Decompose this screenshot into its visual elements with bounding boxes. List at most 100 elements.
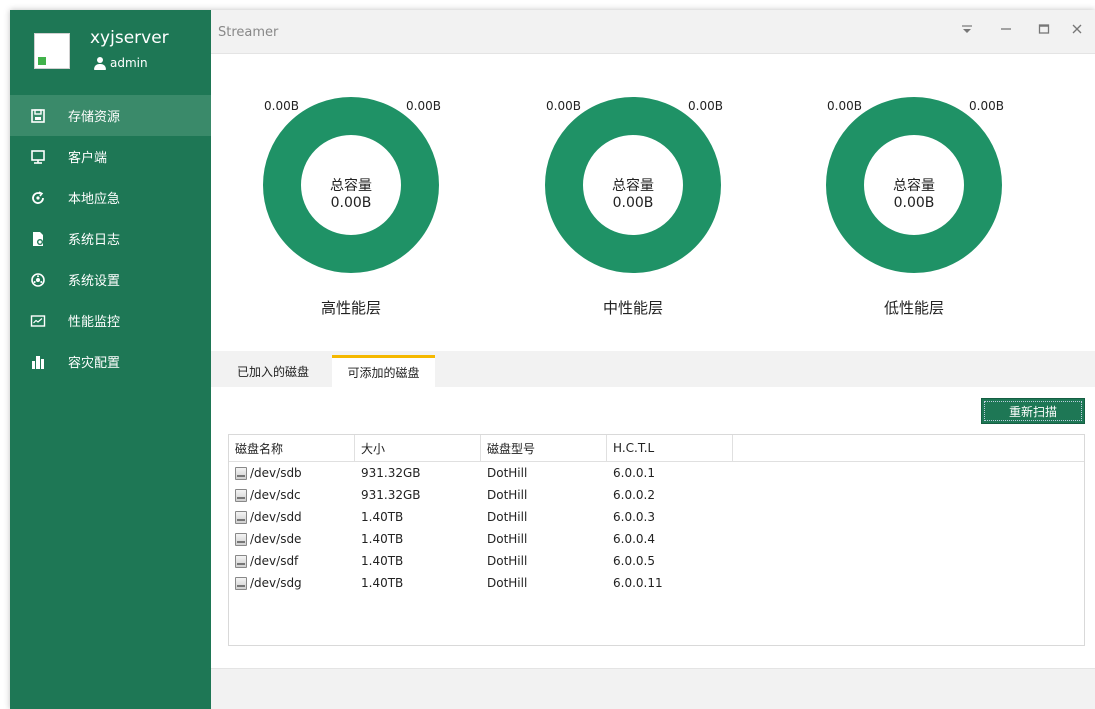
- status-footer: [211, 668, 1095, 709]
- donut-center-value: 0.00B: [612, 195, 654, 211]
- app-title: Streamer: [218, 25, 279, 40]
- column-header-size[interactable]: 大小: [355, 435, 481, 461]
- sidebar-item-label: 容灾配置: [68, 356, 121, 371]
- disk-name: /dev/sde: [250, 532, 302, 546]
- sidebar-item-local-recovery[interactable]: 本地应急: [10, 177, 211, 218]
- capacity-donut: [545, 97, 721, 273]
- capacity-donut: [826, 97, 1002, 273]
- disk-icon: [235, 532, 247, 546]
- disk-hctl: 6.0.0.3: [613, 510, 655, 524]
- disk-size: 1.40TB: [361, 554, 404, 568]
- sidebar-item-label: 系统日志: [68, 233, 121, 248]
- disk-hctl: 6.0.0.11: [613, 576, 663, 590]
- sidebar-item-label: 系统设置: [68, 274, 121, 289]
- save-icon: [30, 108, 46, 124]
- app-window: xyjserver admin 存储资源 客户端 本地应急 系统日志 系统设置 …: [10, 10, 1095, 709]
- table-row[interactable]: /dev/sdd 1.40TB DotHill 6.0.0.3: [229, 506, 1084, 528]
- tier-card-medium: 0.00B 0.00B 总容量 0.00B 中性能层: [508, 54, 758, 317]
- disk-name: /dev/sdb: [250, 466, 302, 480]
- sidebar-item-disaster-recovery[interactable]: 容灾配置: [10, 341, 211, 382]
- disk-size: 1.40TB: [361, 532, 404, 546]
- restore-icon: [30, 190, 46, 206]
- disk-name: /dev/sdg: [250, 576, 302, 590]
- column-header-model[interactable]: 磁盘型号: [481, 435, 607, 461]
- disk-name: /dev/sdd: [250, 510, 302, 524]
- sidebar: xyjserver admin 存储资源 客户端 本地应急 系统日志 系统设置 …: [10, 10, 211, 709]
- capacity-donut: [263, 97, 439, 273]
- sidebar-item-label: 性能监控: [68, 315, 121, 330]
- disk-name: /dev/sdc: [250, 488, 301, 502]
- sidebar-item-storage[interactable]: 存储资源: [10, 95, 211, 136]
- disk-name: /dev/sdf: [250, 554, 299, 568]
- donut-center-title: 总容量: [330, 178, 372, 194]
- table-row[interactable]: /dev/sdf 1.40TB DotHill 6.0.0.5: [229, 550, 1084, 572]
- brand-area: xyjserver admin: [10, 10, 211, 94]
- disk-hctl: 6.0.0.1: [613, 466, 655, 480]
- column-header-disk-name[interactable]: 磁盘名称: [229, 435, 355, 461]
- user-icon: [94, 56, 106, 70]
- tier-card-low: 0.00B 0.00B 总容量 0.00B 低性能层: [789, 54, 1039, 317]
- tier-name: 中性能层: [602, 299, 663, 317]
- sidebar-item-label: 客户端: [68, 151, 108, 166]
- username: admin: [110, 56, 148, 70]
- sidebar-item-label: 本地应急: [68, 192, 121, 207]
- disk-hctl: 6.0.0.5: [613, 554, 655, 568]
- donut-center-title: 总容量: [893, 178, 935, 194]
- disk-icon: [235, 488, 247, 502]
- sidebar-item-performance[interactable]: 性能监控: [10, 300, 211, 341]
- user-info: admin: [94, 56, 148, 70]
- table-row[interactable]: /dev/sde 1.40TB DotHill 6.0.0.4: [229, 528, 1084, 550]
- disk-model: DotHill: [487, 554, 528, 568]
- donut-left-label: 0.00B: [827, 99, 862, 113]
- disk-icon: [235, 576, 247, 590]
- table-row[interactable]: /dev/sdc 931.32GB DotHill 6.0.0.2: [229, 484, 1084, 506]
- disk-hctl: 6.0.0.4: [613, 532, 655, 546]
- sidebar-item-label: 存储资源: [68, 110, 121, 125]
- server-logo: [34, 33, 70, 69]
- title-bar: Streamer: [211, 10, 1095, 54]
- sidebar-item-client[interactable]: 客户端: [10, 136, 211, 177]
- minimize-icon[interactable]: [995, 18, 1017, 40]
- donut-right-label: 0.00B: [969, 99, 1004, 113]
- disk-size: 1.40TB: [361, 576, 404, 590]
- donut-right-label: 0.00B: [688, 99, 723, 113]
- sidebar-item-system-log[interactable]: 系统日志: [10, 218, 211, 259]
- tier-card-high: 0.00B 0.00B 总容量 0.00B 高性能层: [226, 54, 476, 317]
- log-file-icon: [30, 231, 46, 247]
- chart-monitor-icon: [30, 313, 46, 329]
- settings-icon: [30, 272, 46, 288]
- disk-model: DotHill: [487, 510, 528, 524]
- column-header-hctl[interactable]: H.C.T.L: [607, 435, 733, 461]
- rescan-button[interactable]: 重新扫描: [981, 398, 1085, 424]
- donut-left-label: 0.00B: [264, 99, 299, 113]
- table-row[interactable]: /dev/sdg 1.40TB DotHill 6.0.0.11: [229, 572, 1084, 594]
- disk-size: 931.32GB: [361, 488, 421, 502]
- sidebar-item-system-settings[interactable]: 系统设置: [10, 259, 211, 300]
- disk-size: 1.40TB: [361, 510, 404, 524]
- tier-name: 低性能层: [883, 299, 944, 317]
- disk-model: DotHill: [487, 466, 528, 480]
- disk-icon: [235, 510, 247, 524]
- donut-center-value: 0.00B: [893, 195, 935, 211]
- donut-left-label: 0.00B: [546, 99, 581, 113]
- disk-table: 磁盘名称 大小 磁盘型号 H.C.T.L /dev/sdb 931.32GB D…: [228, 434, 1085, 646]
- sidebar-nav: 存储资源 客户端 本地应急 系统日志 系统设置 性能监控 容灾配置: [10, 95, 211, 382]
- table-header: 磁盘名称 大小 磁盘型号 H.C.T.L: [229, 435, 1084, 462]
- disk-model: DotHill: [487, 532, 528, 546]
- server-name: xyjserver: [90, 28, 169, 48]
- table-row[interactable]: /dev/sdb 931.32GB DotHill 6.0.0.1: [229, 462, 1084, 484]
- donut-center-value: 0.00B: [330, 195, 372, 211]
- monitor-icon: [30, 149, 46, 165]
- close-icon[interactable]: [1066, 18, 1088, 40]
- main-content: Streamer 0.00B 0.00B 总容量 0.00B 高性能层 0.00…: [211, 10, 1095, 709]
- disk-model: DotHill: [487, 576, 528, 590]
- disk-size: 931.32GB: [361, 466, 421, 480]
- disk-tabs: 已加入的磁盘 可添加的磁盘: [211, 351, 1095, 387]
- buildings-icon: [30, 354, 46, 370]
- menu-icon[interactable]: [956, 18, 978, 40]
- tab-joined-disks[interactable]: 已加入的磁盘: [228, 355, 318, 387]
- donut-center-title: 总容量: [612, 178, 654, 194]
- column-header-empty: [733, 435, 1084, 461]
- tab-available-disks[interactable]: 可添加的磁盘: [332, 355, 435, 387]
- maximize-icon[interactable]: [1033, 18, 1055, 40]
